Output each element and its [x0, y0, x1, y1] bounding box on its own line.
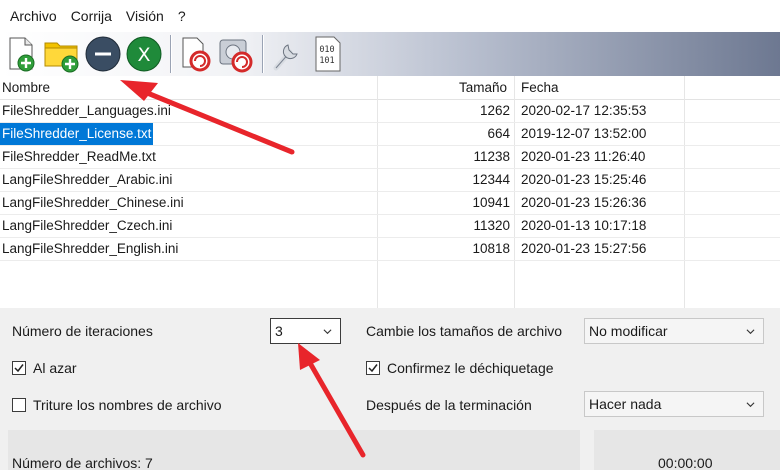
file-name-cell: LangFileShredder_Czech.ini: [2, 218, 173, 233]
random-checkbox[interactable]: [12, 361, 26, 375]
file-size-cell: 664: [487, 126, 510, 141]
add-folder-button[interactable]: [43, 35, 81, 73]
file-date-cell: 2020-01-23 15:27:56: [521, 241, 647, 256]
change-sizes-value: No modificar: [589, 323, 668, 339]
iterations-label: Número de iteraciones: [12, 323, 153, 339]
after-completion-label: Después de la terminación: [366, 397, 532, 413]
menu-help[interactable]: ?: [172, 8, 192, 24]
add-folder-icon: [44, 42, 79, 73]
file-date-cell: 2020-01-23 15:26:36: [521, 195, 647, 210]
file-list[interactable]: Nombre Tamaño Fecha FileShredder_Languag…: [0, 76, 780, 308]
menu-bar: Archivo Corrija Visión ?: [0, 0, 780, 32]
file-name-cell: LangFileShredder_English.ini: [2, 241, 179, 256]
file-name-cell: FileShredder_License.txt: [0, 123, 154, 145]
svg-text:010: 010: [319, 45, 334, 55]
menu-archivo[interactable]: Archivo: [4, 8, 63, 24]
after-completion-select[interactable]: Hacer nada: [584, 391, 764, 417]
binary-icon: 010 101: [315, 36, 341, 72]
checkmark-icon: [368, 364, 378, 373]
column-header-name[interactable]: Nombre: [2, 76, 50, 100]
chevron-down-icon: [323, 329, 332, 335]
shred-file-icon: [182, 37, 211, 72]
binary-button[interactable]: 010 101: [309, 35, 347, 73]
menu-vision[interactable]: Visión: [120, 8, 170, 24]
checkmark-icon: [14, 364, 24, 373]
after-completion-value: Hacer nada: [589, 396, 662, 412]
menu-corrija[interactable]: Corrija: [65, 8, 118, 24]
file-count: Número de archivos: 7: [12, 455, 153, 470]
file-date-cell: 2020-02-17 12:35:53: [521, 103, 647, 118]
file-date-cell: 2020-01-23 15:25:46: [521, 172, 647, 187]
add-file-icon: [9, 37, 35, 72]
settings-wrench-icon: [273, 44, 298, 71]
confirm-checkbox[interactable]: [366, 361, 380, 375]
file-size-cell: 12344: [472, 172, 510, 187]
change-sizes-label: Cambie los tamaños de archivo: [366, 323, 563, 339]
file-list-header: Nombre Tamaño Fecha: [0, 76, 780, 100]
table-row[interactable]: FileShredder_Languages.ini 1262 2020-02-17…: [0, 100, 780, 123]
table-row[interactable]: LangFileShredder_Czech.ini 11320 2020-01-1…: [0, 215, 780, 238]
file-size-cell: 11320: [473, 218, 510, 233]
file-name-cell: LangFileShredder_Arabic.ini: [2, 172, 173, 187]
add-file-button[interactable]: [2, 35, 40, 73]
file-size-cell: 11238: [473, 149, 510, 164]
iterations-value: 3: [275, 323, 283, 339]
shred-names-checkbox[interactable]: [12, 398, 26, 412]
file-shredder-window: Archivo Corrija Visión ? X 010 101 Nombr…: [0, 0, 780, 470]
clear-list-button[interactable]: X: [125, 35, 163, 73]
confirm-label: Confirmez le déchiquetage: [387, 360, 554, 376]
table-row[interactable]: FileShredder_License.txt 664 2019-12-07 13…: [0, 123, 780, 146]
toolbar-separator: [262, 35, 264, 73]
table-row[interactable]: LangFileShredder_Chinese.ini 10941 2020-01…: [0, 192, 780, 215]
shred-names-label: Triture los nombres de archivo: [33, 397, 222, 413]
svg-text:X: X: [137, 44, 150, 66]
change-sizes-select[interactable]: No modificar: [584, 318, 764, 344]
file-date-cell: 2020-01-13 10:17:18: [521, 218, 647, 233]
file-date-cell: 2020-01-23 11:26:40: [521, 149, 646, 164]
shred-disk-button[interactable]: [217, 35, 255, 73]
table-row[interactable]: LangFileShredder_Arabic.ini 12344 2020-01-…: [0, 169, 780, 192]
column-header-size[interactable]: Tamaño: [459, 76, 507, 100]
elapsed-timer: 00:00:00: [658, 455, 713, 470]
table-row[interactable]: LangFileShredder_English.ini 10818 2020-01…: [0, 238, 780, 261]
arrow-head: [298, 343, 320, 370]
toolbar: X 010 101: [0, 32, 780, 76]
file-name-cell: FileShredder_Languages.ini: [2, 103, 171, 118]
table-row[interactable]: FileShredder_ReadMe.txt 11238 2020-01-23 1…: [0, 146, 780, 169]
file-size-cell: 10941: [472, 195, 510, 210]
column-header-date[interactable]: Fecha: [521, 76, 559, 100]
file-name-cell: FileShredder_ReadMe.txt: [2, 149, 156, 164]
clear-list-icon: X: [126, 36, 162, 72]
toolbar-separator: [170, 35, 172, 73]
file-size-cell: 10818: [472, 241, 510, 256]
file-name-cell: LangFileShredder_Chinese.ini: [2, 195, 184, 210]
shred-file-button[interactable]: [176, 35, 214, 73]
iterations-select[interactable]: 3: [270, 318, 341, 344]
chevron-down-icon: [746, 329, 755, 335]
svg-text:101: 101: [319, 56, 334, 66]
random-label: Al azar: [33, 360, 77, 376]
remove-button[interactable]: [84, 35, 122, 73]
chevron-down-icon: [746, 402, 755, 408]
settings-button[interactable]: [268, 35, 306, 73]
remove-icon: [85, 36, 121, 72]
file-date-cell: 2019-12-07 13:52:00: [521, 126, 647, 141]
shred-disk-icon: [219, 39, 253, 73]
file-size-cell: 1262: [479, 103, 510, 118]
